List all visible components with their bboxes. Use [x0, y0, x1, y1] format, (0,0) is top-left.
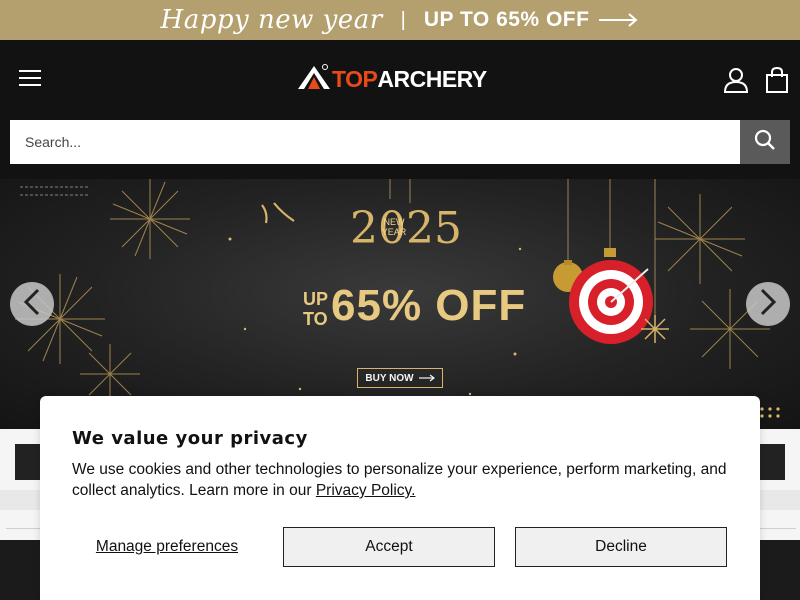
hamburger-menu-icon[interactable] — [19, 70, 41, 88]
arrow-right-icon — [418, 374, 435, 382]
decline-button[interactable]: Decline — [515, 527, 727, 567]
hero-banner[interactable]: 2025 NEW YEAR UP TO 65% OFF BUY NOW — [0, 179, 800, 429]
promo-offer[interactable]: UP TO 65% OFF — [424, 8, 590, 32]
buy-now-button[interactable]: BUY NOW — [357, 368, 443, 388]
search-icon — [754, 129, 776, 156]
shopping-bag-icon[interactable] — [765, 66, 791, 93]
site-header: TOP ARCHERY — [0, 40, 800, 120]
banner-new-year-label: NEW YEAR — [381, 217, 407, 237]
slider-next-button[interactable] — [746, 282, 790, 326]
target-bauble — [569, 248, 653, 344]
chevron-left-icon — [22, 288, 42, 321]
manage-preferences-button[interactable]: Manage preferences — [72, 527, 262, 567]
search-input[interactable] — [10, 120, 740, 164]
promo-bar[interactable]: Happy new year | UP TO 65% OFF — [0, 0, 800, 40]
banner-discount: 65% OFF — [331, 281, 527, 330]
user-account-icon[interactable] — [723, 67, 749, 93]
privacy-policy-link[interactable]: Privacy Policy. — [316, 482, 416, 499]
cookie-title: We value your privacy — [72, 428, 308, 449]
search-button[interactable] — [740, 120, 790, 164]
accept-button[interactable]: Accept — [283, 527, 495, 567]
banner-up-to: UP TO — [303, 289, 328, 329]
cookie-message: We use cookies and other technologies to… — [72, 459, 732, 501]
buy-now-label: BUY NOW — [365, 372, 414, 384]
promo-separator: | — [400, 8, 406, 31]
logo-text-archery: ARCHERY — [377, 65, 487, 92]
long-arrow-right-icon — [599, 13, 639, 27]
site-logo[interactable]: TOP ARCHERY — [296, 63, 487, 96]
archery-tent-logo-icon — [296, 63, 332, 96]
promo-greeting: Happy new year — [160, 5, 383, 35]
slider-prev-button[interactable] — [10, 282, 54, 326]
ribbon-decoration — [261, 202, 295, 224]
snowflake-ornament — [641, 315, 669, 343]
logo-text-top: TOP — [332, 65, 378, 92]
cookie-consent-dialog: We value your privacy We use cookies and… — [40, 396, 760, 600]
chevron-right-icon — [758, 288, 778, 321]
search-bar — [0, 120, 800, 179]
